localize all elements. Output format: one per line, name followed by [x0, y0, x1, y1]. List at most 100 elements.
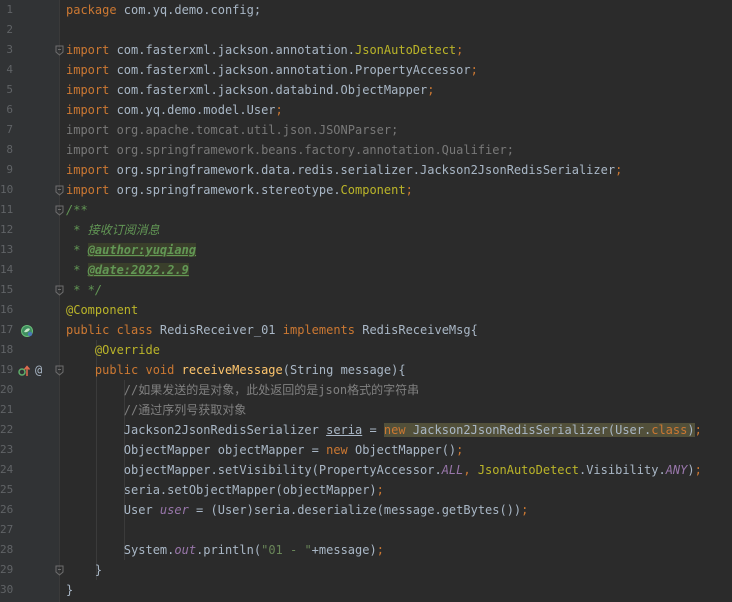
code-text[interactable]: public class RedisReceiver_01 implements…: [66, 320, 478, 340]
code-text[interactable]: import org.springframework.stereotype.Co…: [66, 180, 413, 200]
code-text[interactable]: * @author:yuqiang: [66, 240, 197, 260]
override-arrow-icon[interactable]: [17, 360, 31, 380]
line-number[interactable]: 16: [0, 300, 13, 320]
line-number[interactable]: 12: [0, 220, 13, 240]
line-number[interactable]: 23: [0, 440, 13, 460]
code-line[interactable]: 20 //如果发送的是对象，此处返回的是json格式的字符串: [0, 380, 732, 400]
code-text[interactable]: ObjectMapper objectMapper = new ObjectMa…: [66, 440, 464, 460]
line-number[interactable]: 25: [0, 480, 13, 500]
line-number[interactable]: 30: [0, 580, 13, 600]
code-line[interactable]: 11 /**: [0, 200, 732, 220]
code-line[interactable]: 4 import com.fasterxml.jackson.annotation…: [0, 60, 732, 80]
line-number[interactable]: 21: [0, 400, 13, 420]
line-number[interactable]: 24: [0, 460, 13, 480]
code-text[interactable]: public void receiveMessage(String messag…: [66, 360, 406, 380]
code-text[interactable]: }: [66, 560, 102, 580]
line-number[interactable]: 11: [0, 200, 13, 220]
code-line[interactable]: 22 Jackson2JsonRedisSerializer seria = n…: [0, 420, 732, 440]
line-number[interactable]: 10: [0, 180, 13, 200]
line-number[interactable]: 18: [0, 340, 13, 360]
line-number[interactable]: 6: [0, 100, 13, 120]
line-number[interactable]: 20: [0, 380, 13, 400]
code-line[interactable]: 28 System.out.println("01 - "+message);: [0, 540, 732, 560]
line-number[interactable]: 17: [0, 320, 13, 340]
code-line[interactable]: 13 * @author:yuqiang: [0, 240, 732, 260]
code-line[interactable]: 9 import org.springframework.data.redis.s…: [0, 160, 732, 180]
code-text[interactable]: package com.yq.demo.config;: [66, 0, 261, 20]
code-line[interactable]: 5 import com.fasterxml.jackson.databind.O…: [0, 80, 732, 100]
line-number[interactable]: 28: [0, 540, 13, 560]
fold-marker-icon[interactable]: [55, 40, 64, 60]
line-number[interactable]: 3: [0, 40, 13, 60]
code-text[interactable]: import org.springframework.beans.factory…: [66, 140, 514, 160]
spring-bean-icon[interactable]: [20, 320, 34, 340]
code-line[interactable]: 16 @Component: [0, 300, 732, 320]
fold-marker-icon[interactable]: [55, 360, 64, 380]
code-text[interactable]: /**: [66, 200, 88, 220]
code-line[interactable]: 24 objectMapper.setVisibility(PropertyAc…: [0, 460, 732, 480]
code-line[interactable]: 19 @ public void receiveMessage(String me…: [0, 360, 732, 380]
code-text[interactable]: //如果发送的是对象，此处返回的是json格式的字符串: [66, 380, 419, 400]
code-text[interactable]: @Override: [66, 340, 160, 360]
code-text[interactable]: import com.fasterxml.jackson.databind.Ob…: [66, 80, 434, 100]
code-text[interactable]: * */: [66, 280, 102, 300]
code-line[interactable]: 10 import org.springframework.stereotype.…: [0, 180, 732, 200]
line-number[interactable]: 27: [0, 520, 13, 540]
code-editor[interactable]: 1 package com.yq.demo.config; 2 3 import com…: [0, 0, 732, 602]
code-line[interactable]: 18 @Override: [0, 340, 732, 360]
fold-marker-icon[interactable]: [55, 560, 64, 580]
code-text[interactable]: @Component: [66, 300, 138, 320]
line-number[interactable]: 8: [0, 140, 13, 160]
code-line[interactable]: 15 * */: [0, 280, 732, 300]
code-text[interactable]: User user = (User)seria.deserialize(mess…: [66, 500, 529, 520]
code-text[interactable]: Jackson2JsonRedisSerializer seria = new …: [66, 420, 702, 440]
code-line[interactable]: 3 import com.fasterxml.jackson.annotation…: [0, 40, 732, 60]
code-text[interactable]: import com.fasterxml.jackson.annotation.…: [66, 60, 478, 80]
code-text[interactable]: //通过序列号获取对象: [66, 400, 246, 420]
line-number[interactable]: 5: [0, 80, 13, 100]
line-number[interactable]: 14: [0, 260, 13, 280]
code-line[interactable]: 8 import org.springframework.beans.factor…: [0, 140, 732, 160]
code-line[interactable]: 7 import org.apache.tomcat.util.json.JSON…: [0, 120, 732, 140]
code-line[interactable]: 17 public class RedisReceiver_01 implemen…: [0, 320, 732, 340]
code-text[interactable]: import com.fasterxml.jackson.annotation.…: [66, 40, 463, 60]
line-number[interactable]: 7: [0, 120, 13, 140]
at-annotation-icon[interactable]: @: [35, 360, 42, 380]
code-line[interactable]: 6 import com.yq.demo.model.User;: [0, 100, 732, 120]
line-number[interactable]: 4: [0, 60, 13, 80]
line-number[interactable]: 13: [0, 240, 13, 260]
line-number[interactable]: 15: [0, 280, 13, 300]
code-text[interactable]: * @date:2022.2.9: [66, 260, 189, 280]
fold-marker-icon[interactable]: [55, 280, 64, 300]
line-number[interactable]: 29: [0, 560, 13, 580]
code-token: class: [651, 423, 688, 437]
line-number[interactable]: 22: [0, 420, 13, 440]
code-line[interactable]: 27: [0, 520, 732, 540]
code-line[interactable]: 14 * @date:2022.2.9: [0, 260, 732, 280]
code-text[interactable]: import org.springframework.data.redis.se…: [66, 160, 622, 180]
line-number[interactable]: 2: [0, 20, 13, 40]
line-number[interactable]: 26: [0, 500, 13, 520]
line-number[interactable]: 9: [0, 160, 13, 180]
code-line[interactable]: 30}: [0, 580, 732, 600]
fold-marker-icon[interactable]: [55, 200, 64, 220]
code-text[interactable]: objectMapper.setVisibility(PropertyAcces…: [66, 460, 702, 480]
code-line[interactable]: 21 //通过序列号获取对象: [0, 400, 732, 420]
code-line[interactable]: 1 package com.yq.demo.config;: [0, 0, 732, 20]
code-token: ObjectMapper(): [355, 443, 457, 457]
code-line[interactable]: 26 User user = (User)seria.deserialize(m…: [0, 500, 732, 520]
code-line[interactable]: 2: [0, 20, 732, 40]
line-number[interactable]: 1: [0, 0, 13, 20]
line-number[interactable]: 19: [0, 360, 13, 380]
code-text[interactable]: System.out.println("01 - "+message);: [66, 540, 384, 560]
code-line[interactable]: 12 * 接收订阅消息: [0, 220, 732, 240]
code-text[interactable]: }: [66, 580, 73, 600]
fold-marker-icon[interactable]: [55, 180, 64, 200]
code-text[interactable]: * 接收订阅消息: [66, 220, 159, 240]
code-line[interactable]: 29 }: [0, 560, 732, 580]
code-text[interactable]: import org.apache.tomcat.util.json.JSONP…: [66, 120, 398, 140]
code-line[interactable]: 23 ObjectMapper objectMapper = new Objec…: [0, 440, 732, 460]
code-text[interactable]: import com.yq.demo.model.User;: [66, 100, 283, 120]
code-line[interactable]: 25 seria.setObjectMapper(objectMapper);: [0, 480, 732, 500]
code-text[interactable]: seria.setObjectMapper(objectMapper);: [66, 480, 384, 500]
